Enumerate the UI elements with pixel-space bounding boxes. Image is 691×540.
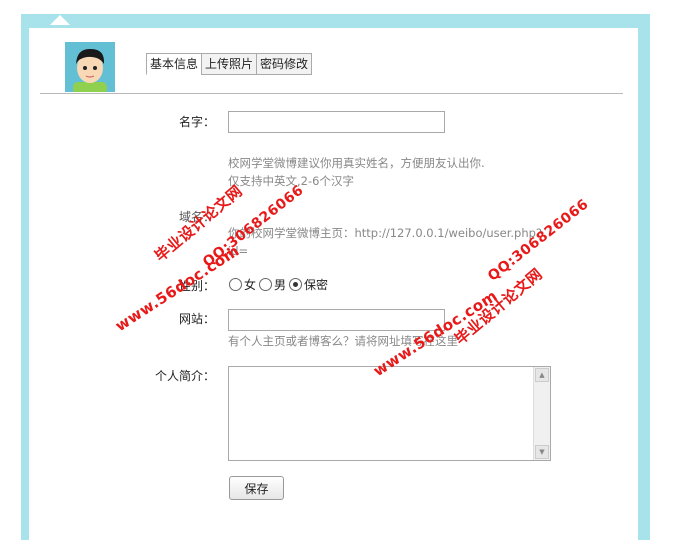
gender-female-label[interactable]: 女 xyxy=(244,276,256,293)
tab-bar: 基本信息 上传照片 密码修改 xyxy=(146,53,313,75)
gender-female-radio[interactable] xyxy=(229,278,242,291)
gender-male-radio[interactable] xyxy=(259,278,273,291)
page-scrollbar[interactable] xyxy=(638,28,650,540)
website-input[interactable] xyxy=(228,309,445,331)
gender-secret-label[interactable]: 保密 xyxy=(304,276,328,293)
bio-label: 个人简介： xyxy=(154,369,215,383)
domain-hint-line1: 你的校网学堂微博主页：http://127.0.0.1/weibo/user.p… xyxy=(228,226,543,240)
tab-upload-photo[interactable]: 上传照片 xyxy=(201,53,258,75)
save-button[interactable]: 保存 xyxy=(229,476,284,500)
panel-pointer xyxy=(50,15,70,25)
header-divider xyxy=(40,93,623,94)
tab-basic-info[interactable]: 基本信息 xyxy=(146,53,203,75)
name-label: 名字： xyxy=(178,115,215,129)
name-input[interactable] xyxy=(228,111,445,133)
settings-panel xyxy=(29,28,638,540)
scroll-down-icon[interactable]: ▼ xyxy=(535,445,549,459)
gender-male-label[interactable]: 男 xyxy=(274,276,286,293)
bio-textarea[interactable]: ▲ ▼ xyxy=(228,366,551,461)
name-hint-line1: 校网学堂微博建议你用真实姓名，方便朋友认出你. xyxy=(228,156,485,170)
gender-secret-radio[interactable] xyxy=(289,278,303,291)
avatar-image xyxy=(65,42,115,92)
bio-scrollbar[interactable]: ▲ ▼ xyxy=(533,367,550,460)
tab-change-password[interactable]: 密码修改 xyxy=(256,53,313,75)
scroll-up-icon[interactable]: ▲ xyxy=(535,368,549,382)
avatar xyxy=(65,42,115,92)
website-label: 网站： xyxy=(178,312,215,326)
gender-radio-group: 女 男 保密 xyxy=(229,276,331,293)
